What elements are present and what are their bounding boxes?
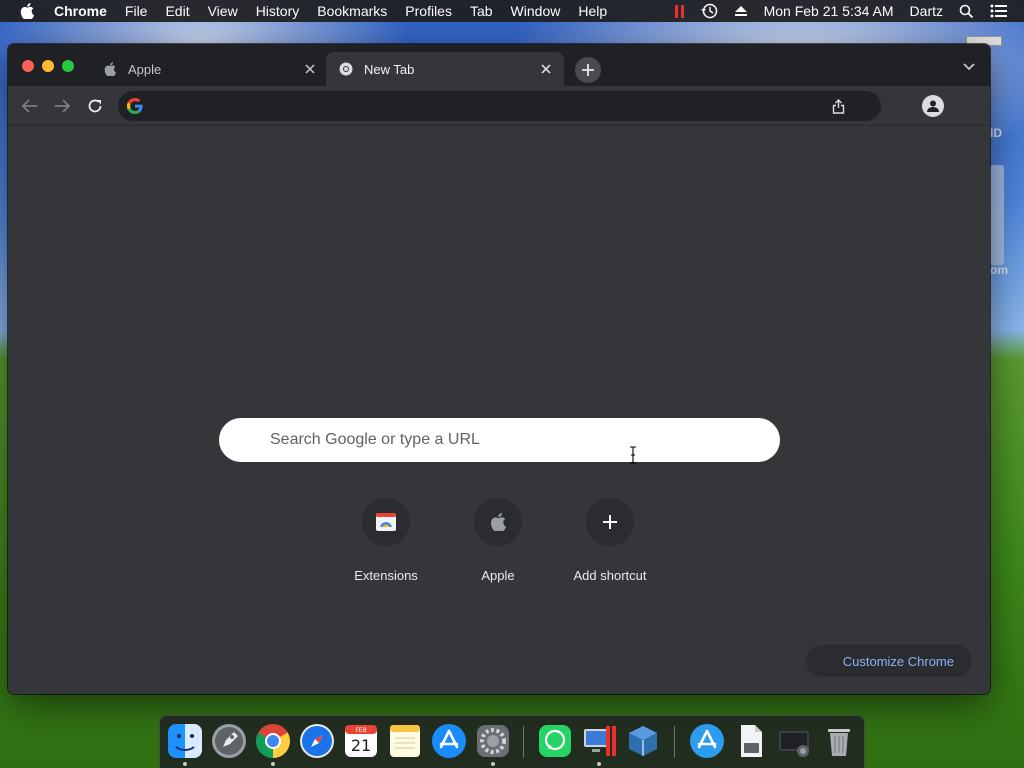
apple-icon <box>474 498 522 546</box>
back-button[interactable] <box>18 94 42 118</box>
google-search-box[interactable] <box>219 418 780 462</box>
close-tab-icon[interactable] <box>300 59 320 79</box>
window-controls <box>22 60 74 72</box>
arrow-right-icon <box>55 99 70 113</box>
new-tab-button[interactable] <box>575 57 601 83</box>
apple-icon <box>102 61 118 77</box>
running-indicator <box>597 762 601 766</box>
running-indicator <box>183 762 187 766</box>
menu-help[interactable]: Help <box>578 3 607 19</box>
trash-icon[interactable] <box>820 722 858 760</box>
chrome-icon <box>338 61 354 77</box>
menu-bar: Chrome File Edit View History Bookmarks … <box>0 0 1024 22</box>
dock: FEB 21 <box>159 715 865 768</box>
dock-divider <box>674 726 675 758</box>
parallels-status-icon[interactable] <box>674 4 684 18</box>
calendar-day: 21 <box>351 736 371 755</box>
menu-app-name[interactable]: Chrome <box>54 3 107 19</box>
search-input[interactable] <box>219 418 780 462</box>
finder-icon[interactable] <box>166 722 204 766</box>
running-indicator <box>271 762 275 766</box>
zoom-window-button[interactable] <box>62 60 74 72</box>
close-window-button[interactable] <box>22 60 34 72</box>
notes-icon[interactable] <box>386 722 424 760</box>
menu-file[interactable]: File <box>125 3 148 19</box>
menu-window[interactable]: Window <box>511 3 561 19</box>
running-indicator <box>491 762 495 766</box>
shortcut-label: Apple <box>481 568 515 583</box>
forward-button[interactable] <box>50 94 74 118</box>
shortcut-label: Extensions <box>354 568 418 583</box>
chrome-window: Apple New Tab Search Google or type a UR… <box>8 44 990 694</box>
share-button[interactable] <box>823 91 853 121</box>
person-icon <box>927 100 939 112</box>
tab-apple[interactable]: Apple <box>90 52 328 86</box>
arrow-left-icon <box>22 99 37 113</box>
reload-icon <box>88 99 102 113</box>
reload-button[interactable] <box>83 94 107 118</box>
tab-title: Apple <box>128 61 162 77</box>
shortcut-label: Add shortcut <box>573 568 647 583</box>
eject-icon[interactable] <box>734 5 748 17</box>
google-icon <box>127 98 143 114</box>
browser-toolbar <box>8 86 990 126</box>
parallels-icon[interactable] <box>580 722 618 766</box>
menu-clock[interactable]: Mon Feb 21 5:34 AM <box>764 3 894 19</box>
profile-button[interactable] <box>922 95 944 117</box>
extensions-icon <box>362 498 410 546</box>
tab-search-button[interactable] <box>962 62 976 72</box>
chrome-icon[interactable] <box>254 722 292 766</box>
tab-strip: Apple New Tab <box>8 44 990 86</box>
menu-edit[interactable]: Edit <box>165 3 189 19</box>
launchpad-icon[interactable] <box>210 722 248 760</box>
menu-extras: Mon Feb 21 5:34 AM Dartz <box>674 0 1024 22</box>
safari-icon[interactable] <box>298 722 336 760</box>
plus-icon <box>582 64 594 76</box>
menu-view[interactable]: View <box>208 3 238 19</box>
share-icon <box>832 98 844 114</box>
plus-icon <box>586 498 634 546</box>
app-store-icon[interactable] <box>430 722 468 760</box>
spotlight-search-icon[interactable] <box>959 4 974 19</box>
address-bar[interactable] <box>118 91 881 121</box>
address-input[interactable] <box>143 91 823 121</box>
dock-divider <box>523 726 524 758</box>
menu-tab[interactable]: Tab <box>470 3 493 19</box>
new-tab-page: Extensions Apple Add shortcut Customize … <box>8 126 990 694</box>
customize-chrome-label: Customize Chrome <box>842 653 954 669</box>
tab-new-tab[interactable]: New Tab <box>326 52 564 86</box>
apple-menu-icon[interactable] <box>18 0 36 22</box>
menu-user-name[interactable]: Dartz <box>910 3 943 19</box>
menu-history[interactable]: History <box>256 3 300 19</box>
virtualbox-icon[interactable] <box>624 722 662 760</box>
whatsapp-icon[interactable] <box>536 722 574 760</box>
customize-chrome-button[interactable]: Customize Chrome <box>806 645 972 677</box>
time-machine-icon[interactable] <box>700 3 718 19</box>
calendar-month: FEB <box>355 727 366 734</box>
tab-title: New Tab <box>364 61 415 77</box>
calendar-icon[interactable]: FEB 21 <box>342 722 380 760</box>
desktop-peek-label: om <box>990 263 1008 277</box>
menu-bookmarks[interactable]: Bookmarks <box>317 3 387 19</box>
system-preferences-icon[interactable] <box>474 722 512 766</box>
shortcut-extensions[interactable]: Extensions <box>330 496 442 586</box>
text-cursor-icon <box>629 446 637 464</box>
chevron-down-icon <box>963 63 975 71</box>
minimize-window-button[interactable] <box>42 60 54 72</box>
close-tab-icon[interactable] <box>536 59 556 79</box>
screenshot-folder-icon[interactable] <box>776 722 814 760</box>
desktop-peek-label: ID <box>990 126 1002 140</box>
app-store-folder-icon[interactable] <box>688 722 726 760</box>
document-folder-icon[interactable] <box>732 722 770 760</box>
shortcut-apple[interactable]: Apple <box>442 496 554 586</box>
add-shortcut-button[interactable]: Add shortcut <box>554 496 666 586</box>
menu-profiles[interactable]: Profiles <box>405 3 452 19</box>
control-center-icon[interactable] <box>990 4 1008 18</box>
desktop-document-peek <box>990 165 1004 265</box>
